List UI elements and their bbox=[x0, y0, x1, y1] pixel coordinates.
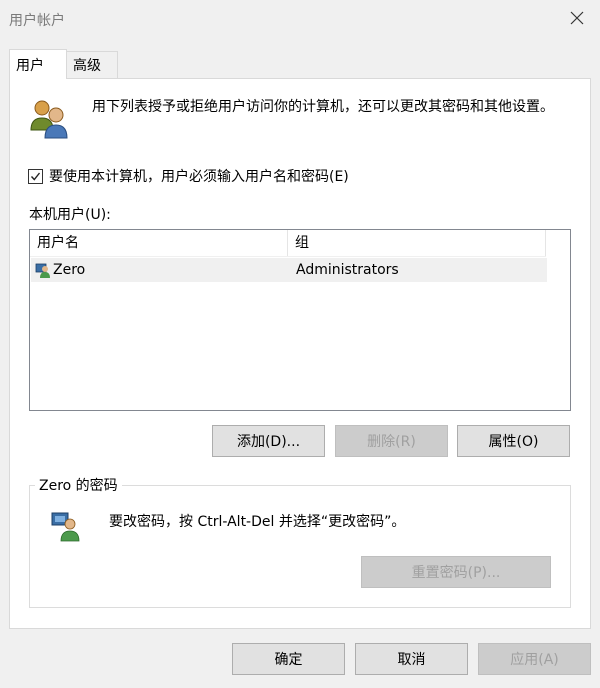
password-groupbox bbox=[29, 485, 571, 608]
window-title: 用户帐户 bbox=[9, 13, 65, 29]
remove-button[interactable]: 删除(R) bbox=[335, 425, 448, 457]
add-button[interactable]: 添加(D)... bbox=[212, 425, 325, 457]
close-icon bbox=[570, 11, 584, 25]
cell-group: Administrators bbox=[296, 262, 399, 278]
users-icon bbox=[30, 100, 68, 139]
list-header: 用户名 组 bbox=[30, 230, 546, 257]
column-header-username[interactable]: 用户名 bbox=[30, 230, 288, 256]
close-button[interactable] bbox=[567, 8, 587, 28]
password-instruction: 要改密码，按 Ctrl-Alt-Del 并选择“更改密码”。 bbox=[109, 514, 406, 530]
user-icon bbox=[35, 263, 50, 278]
user-password-icon bbox=[51, 512, 80, 542]
column-header-group[interactable]: 组 bbox=[288, 230, 546, 256]
checkbox-label: 要使用本计算机，用户必须输入用户名和密码(E) bbox=[49, 169, 349, 185]
local-users-label: 本机用户(U): bbox=[29, 207, 111, 223]
tab-users[interactable]: 用户 bbox=[9, 49, 67, 79]
apply-button[interactable]: 应用(A) bbox=[478, 643, 591, 675]
cancel-button[interactable]: 取消 bbox=[355, 643, 468, 675]
tab-advanced[interactable]: 高级 bbox=[66, 51, 118, 79]
table-row[interactable]: Zero Administrators bbox=[31, 258, 547, 282]
password-group-title: Zero 的密码 bbox=[35, 475, 122, 495]
reset-password-button[interactable]: 重置密码(P)... bbox=[361, 556, 551, 588]
properties-button[interactable]: 属性(O) bbox=[457, 425, 570, 457]
checkbox-box[interactable] bbox=[28, 168, 43, 184]
cell-username: Zero bbox=[53, 262, 86, 278]
description-text: 用下列表授予或拒绝用户访问你的计算机，还可以更改其密码和其他设置。 bbox=[92, 99, 554, 115]
checkmark-icon bbox=[30, 172, 41, 181]
require-password-checkbox[interactable]: 要使用本计算机，用户必须输入用户名和密码(E) bbox=[28, 166, 349, 186]
ok-button[interactable]: 确定 bbox=[232, 643, 345, 675]
users-list[interactable]: 用户名 组 Zero Administrators bbox=[29, 229, 571, 411]
